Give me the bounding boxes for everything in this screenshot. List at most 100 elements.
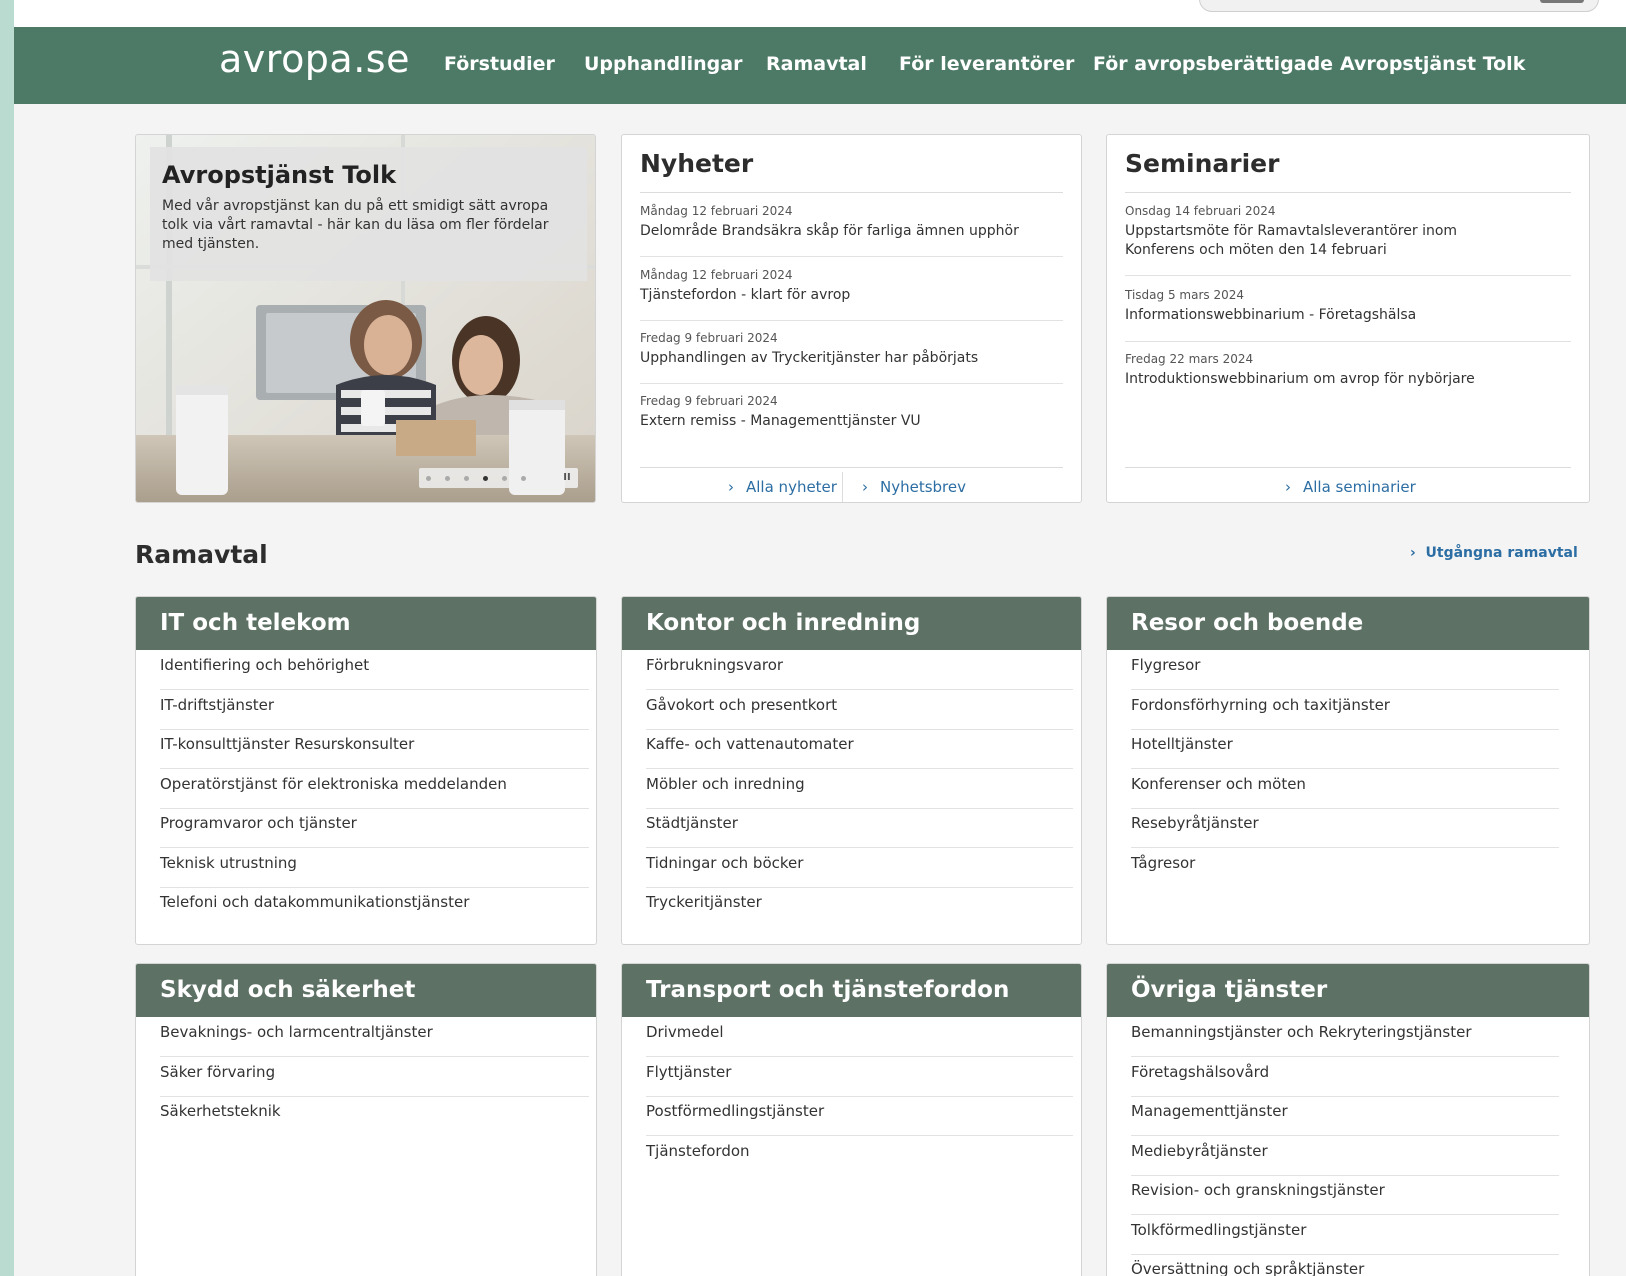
carousel-dot[interactable] bbox=[502, 476, 507, 481]
category-link[interactable]: Tjänstefordon bbox=[646, 1136, 1073, 1176]
pause-icon[interactable]: II bbox=[556, 468, 578, 488]
category-link[interactable]: Programvaror och tjänster bbox=[160, 808, 589, 848]
category-link[interactable]: Tolkförmedlingstjänster bbox=[1131, 1215, 1559, 1255]
category-link[interactable]: Teknisk utrustning bbox=[160, 848, 589, 888]
expired-agreements-label[interactable]: Utgångna ramavtal bbox=[1426, 545, 1578, 561]
seminar-item[interactable]: Tisdag 5 mars 2024 Informationswebbinari… bbox=[1125, 285, 1571, 342]
seminars-footer: › Alla seminarier bbox=[1125, 467, 1571, 502]
category-title[interactable]: Kontor och inredning bbox=[646, 610, 920, 636]
category-link[interactable]: Revision- och granskningstjänster bbox=[1131, 1175, 1559, 1215]
news-link[interactable]: Upphandlingen av Tryckeritjänster har på… bbox=[640, 349, 1063, 368]
hero-carousel[interactable]: Avropstjänst Tolk Med vår avropstjänst k… bbox=[135, 134, 596, 503]
news-link[interactable]: Tjänstefordon - klart för avrop bbox=[640, 286, 1063, 305]
category-link[interactable]: Identifiering och behörighet bbox=[160, 650, 589, 690]
nav-avropstjanst-tolk[interactable]: Avropstjänst Tolk bbox=[1340, 53, 1525, 75]
category-link[interactable]: Konferenser och möten bbox=[1131, 769, 1559, 809]
category-link[interactable]: Resebyråtjänster bbox=[1131, 808, 1559, 848]
news-link[interactable]: Delområde Brandsäkra skåp för farliga äm… bbox=[640, 222, 1063, 241]
category-link[interactable]: Tågresor bbox=[1131, 848, 1559, 888]
seminar-date: Tisdag 5 mars 2024 bbox=[1125, 288, 1244, 302]
category-title[interactable]: Skydd och säkerhet bbox=[160, 977, 415, 1003]
category-card-it-och-telekom: IT och telekom Identifiering och behörigh… bbox=[135, 596, 597, 945]
category-title[interactable]: Transport och tjänstefordon bbox=[646, 977, 1009, 1003]
category-header: Kontor och inredning bbox=[622, 597, 1081, 650]
nav-forstudier[interactable]: Förstudier bbox=[444, 53, 555, 75]
category-title[interactable]: IT och telekom bbox=[160, 610, 351, 636]
news-item[interactable]: Måndag 12 februari 2024 Delområde Brands… bbox=[640, 201, 1063, 257]
category-card-resor-och-boende: Resor och boende Flygresor Fordonsförhyrni… bbox=[1106, 596, 1590, 945]
category-link[interactable]: Företagshälsovård bbox=[1131, 1057, 1559, 1097]
hero-caption[interactable]: Avropstjänst Tolk Med vår avropstjänst k… bbox=[150, 147, 587, 281]
category-link[interactable]: Drivmedel bbox=[646, 1017, 1073, 1057]
category-link[interactable]: Fordonsförhyrning och taxitjänster bbox=[1131, 690, 1559, 730]
news-item[interactable]: Fredag 9 februari 2024 Upphandlingen av … bbox=[640, 328, 1063, 384]
chevron-right-icon: › bbox=[862, 478, 868, 496]
carousel-dot[interactable] bbox=[521, 476, 526, 481]
category-link[interactable]: Säker förvaring bbox=[160, 1057, 589, 1097]
ramavtal-heading: Ramavtal bbox=[135, 540, 268, 569]
seminar-link[interactable]: Informationswebbinarium - Företagshälsa bbox=[1125, 306, 1571, 325]
category-link[interactable]: Säkerhetsteknik bbox=[160, 1096, 589, 1136]
news-date: Måndag 12 februari 2024 bbox=[640, 204, 793, 218]
category-link[interactable]: Tidningar och böcker bbox=[646, 848, 1073, 888]
category-link[interactable]: Operatörstjänst för elektroniska meddela… bbox=[160, 769, 589, 809]
category-link[interactable]: Hotelltjänster bbox=[1131, 729, 1559, 769]
category-link[interactable]: Möbler och inredning bbox=[646, 769, 1073, 809]
category-link[interactable]: Översättning och språktjänster bbox=[1131, 1254, 1559, 1276]
seminars-title: Seminarier bbox=[1125, 149, 1280, 178]
top-strip bbox=[14, 0, 1626, 27]
category-link[interactable]: Bevaknings- och larmcentraltjänster bbox=[160, 1017, 589, 1057]
news-link[interactable]: Extern remiss - Managementtjänster VU bbox=[640, 412, 1063, 431]
category-link[interactable]: Mediebyråtjänster bbox=[1131, 1136, 1559, 1176]
category-header: IT och telekom bbox=[136, 597, 596, 650]
hero-title[interactable]: Avropstjänst Tolk bbox=[162, 161, 575, 189]
carousel-indicators bbox=[419, 468, 543, 488]
nav-ramavtal[interactable]: Ramavtal bbox=[766, 53, 867, 75]
seminar-link[interactable]: Uppstartsmöte för Ramavtalsleverantörer … bbox=[1125, 222, 1485, 260]
category-card-skydd-och-sakerhet: Skydd och säkerhet Bevaknings- och larmce… bbox=[135, 963, 597, 1276]
all-news-link[interactable]: Alla nyheter bbox=[746, 478, 837, 496]
nav-for-leverantorer[interactable]: För leverantörer bbox=[899, 53, 1074, 75]
all-seminars-link[interactable]: Alla seminarier bbox=[1303, 478, 1416, 496]
site-logo[interactable]: avropa.se bbox=[219, 37, 410, 81]
carousel-dot-active[interactable] bbox=[483, 476, 488, 481]
carousel-dot[interactable] bbox=[464, 476, 469, 481]
category-link[interactable]: Kaffe- och vattenautomater bbox=[646, 729, 1073, 769]
newsletter-link[interactable]: Nyhetsbrev bbox=[880, 478, 966, 496]
category-card-kontor-och-inredning: Kontor och inredning Förbrukningsvaror Gåv… bbox=[621, 596, 1082, 945]
category-card-transport-och-tjanstefordon: Transport och tjänstefordon Drivmedel Flyt… bbox=[621, 963, 1082, 1276]
news-item[interactable]: Fredag 9 februari 2024 Extern remiss - M… bbox=[640, 391, 1063, 447]
category-link[interactable]: Förbrukningsvaror bbox=[646, 650, 1073, 690]
chevron-right-icon: › bbox=[728, 478, 734, 496]
seminar-date: Onsdag 14 februari 2024 bbox=[1125, 204, 1276, 218]
category-link[interactable]: Flygresor bbox=[1131, 650, 1559, 690]
carousel-dot[interactable] bbox=[426, 476, 431, 481]
seminar-item[interactable]: Onsdag 14 februari 2024 Uppstartsmöte fö… bbox=[1125, 201, 1571, 276]
nav-for-avropsberattigade[interactable]: För avropsberättigade bbox=[1093, 53, 1333, 75]
expired-agreements-link[interactable]: › Utgångna ramavtal bbox=[1410, 545, 1578, 561]
category-link[interactable]: Gåvokort och presentkort bbox=[646, 690, 1073, 730]
category-link[interactable]: Städtjänster bbox=[646, 808, 1073, 848]
category-title[interactable]: Resor och boende bbox=[1131, 610, 1363, 636]
category-link[interactable]: Telefoni och datakommunikationstjänster bbox=[160, 887, 589, 927]
category-link[interactable]: Bemanningstjänster och Rekryteringstjäns… bbox=[1131, 1017, 1559, 1057]
category-header: Övriga tjänster bbox=[1107, 964, 1589, 1017]
nav-upphandlingar[interactable]: Upphandlingar bbox=[584, 53, 742, 75]
seminar-item[interactable]: Fredag 22 mars 2024 Introduktionswebbina… bbox=[1125, 349, 1571, 405]
search-button[interactable] bbox=[1540, 0, 1584, 3]
news-item[interactable]: Måndag 12 februari 2024 Tjänstefordon - … bbox=[640, 265, 1063, 321]
news-panel: Nyheter Måndag 12 februari 2024 Delområd… bbox=[621, 134, 1082, 503]
category-link[interactable]: Managementtjänster bbox=[1131, 1096, 1559, 1136]
category-title[interactable]: Övriga tjänster bbox=[1131, 977, 1327, 1003]
category-link[interactable]: Flyttjänster bbox=[646, 1057, 1073, 1097]
category-card-ovriga-tjanster: Övriga tjänster Bemanningstjänster och Re… bbox=[1106, 963, 1590, 1276]
category-link[interactable]: IT-driftstjänster bbox=[160, 690, 589, 730]
seminar-link[interactable]: Introduktionswebbinarium om avrop för ny… bbox=[1125, 370, 1571, 389]
category-link[interactable]: IT-konsulttjänster Resurskonsulter bbox=[160, 729, 589, 769]
category-link[interactable]: Tryckeritjänster bbox=[646, 887, 1073, 927]
news-date: Fredag 9 februari 2024 bbox=[640, 394, 778, 408]
category-header: Transport och tjänstefordon bbox=[622, 964, 1081, 1017]
carousel-dot[interactable] bbox=[445, 476, 450, 481]
category-link[interactable]: Postförmedlingstjänster bbox=[646, 1096, 1073, 1136]
search-box[interactable] bbox=[1199, 0, 1599, 12]
